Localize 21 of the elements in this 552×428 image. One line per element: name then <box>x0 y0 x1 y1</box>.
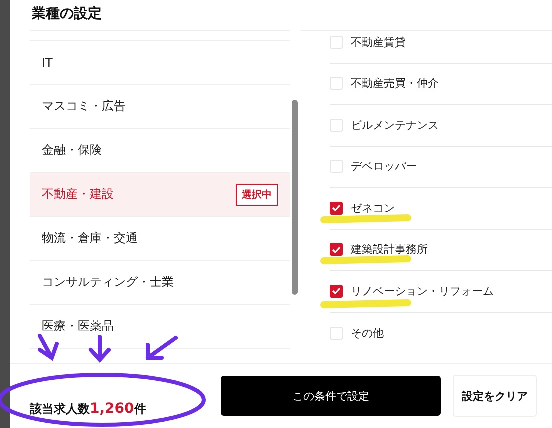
checkbox-label: 不動産賃貸 <box>351 34 406 50</box>
checkbox-label: ビルメンテナンス <box>351 118 439 133</box>
dialog-title: 業種の設定 <box>31 4 103 24</box>
arrow-annotation <box>38 334 59 362</box>
checkbox-label: デベロッパー <box>351 159 417 174</box>
checkbox-label: ゼネコン <box>351 200 395 216</box>
arrow-annotation <box>89 335 111 363</box>
checkbox[interactable] <box>330 284 343 298</box>
checkbox-label: リノベーション・リフォーム <box>351 284 494 299</box>
arrow-annotation <box>146 336 178 360</box>
checkbox-label: 不動産売買・仲介 <box>351 76 439 92</box>
clear-button[interactable]: 設定をクリア <box>453 375 537 417</box>
result-count: 該当求人数1,260件 <box>30 400 148 418</box>
checkbox-label: その他 <box>351 326 384 341</box>
apply-button[interactable]: この条件で設定 <box>220 376 442 416</box>
scrollbar[interactable] <box>292 100 298 295</box>
checkbox[interactable] <box>330 243 343 256</box>
selected-badge: 選択中 <box>236 184 278 206</box>
industry-item[interactable]: 不動産・建設 選択中 <box>30 173 290 217</box>
checkbox-label: 建築設計事務所 <box>351 242 428 258</box>
checkbox[interactable] <box>330 202 343 215</box>
